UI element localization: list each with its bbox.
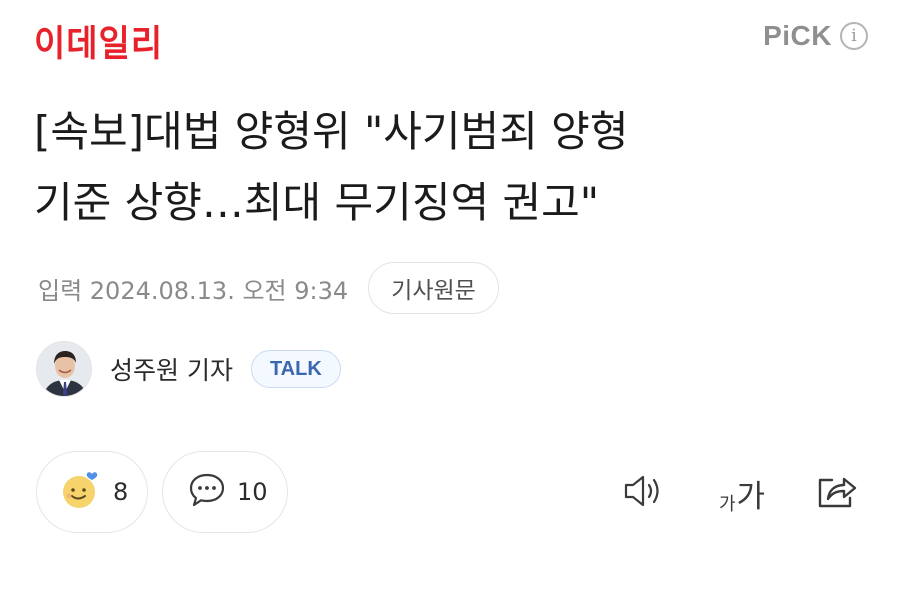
emotion-reaction-button[interactable]: 8 [36,451,148,533]
font-size-small-glyph: 가 [718,494,736,515]
comment-bubble-icon [187,471,227,513]
font-size-button[interactable]: 가가 [714,470,770,516]
original-article-button[interactable]: 기사원문 [368,262,499,314]
pick-badge[interactable]: PiCK i [763,20,868,52]
headline-line-2: 기준 상향…최대 무기징역 권고" [34,178,600,227]
press-logo[interactable]: 이데일리 [34,14,163,66]
info-icon[interactable]: i [840,22,868,50]
reporter-name[interactable]: 성주원 기자 [110,351,233,387]
article-meta: 입력 2024.08.13. 오전 9:34 기사원문 [38,262,499,314]
talk-button[interactable]: TALK [250,350,341,388]
share-icon [814,470,860,516]
reporter-info: 성주원 기자 TALK [36,341,341,397]
comment-button[interactable]: 10 [162,451,288,533]
published-datetime: 입력 2024.08.13. 오전 9:34 [38,276,349,305]
reporter-avatar[interactable] [36,341,92,397]
share-button[interactable] [814,470,860,516]
comment-count: 10 [237,478,268,506]
smile-reaction-icon [59,470,103,514]
headline-line-1: [속보]대법 양형위 "사기범죄 양형 [34,107,629,156]
speaker-icon [620,471,666,515]
pick-label: PiCK [763,20,832,51]
article-headline: [속보]대법 양형위 "사기범죄 양형 기준 상향…최대 무기징역 권고" [34,96,854,238]
font-size-large-glyph: 가 [736,479,766,515]
tts-button[interactable] [620,470,666,516]
emotion-count: 8 [113,478,129,506]
